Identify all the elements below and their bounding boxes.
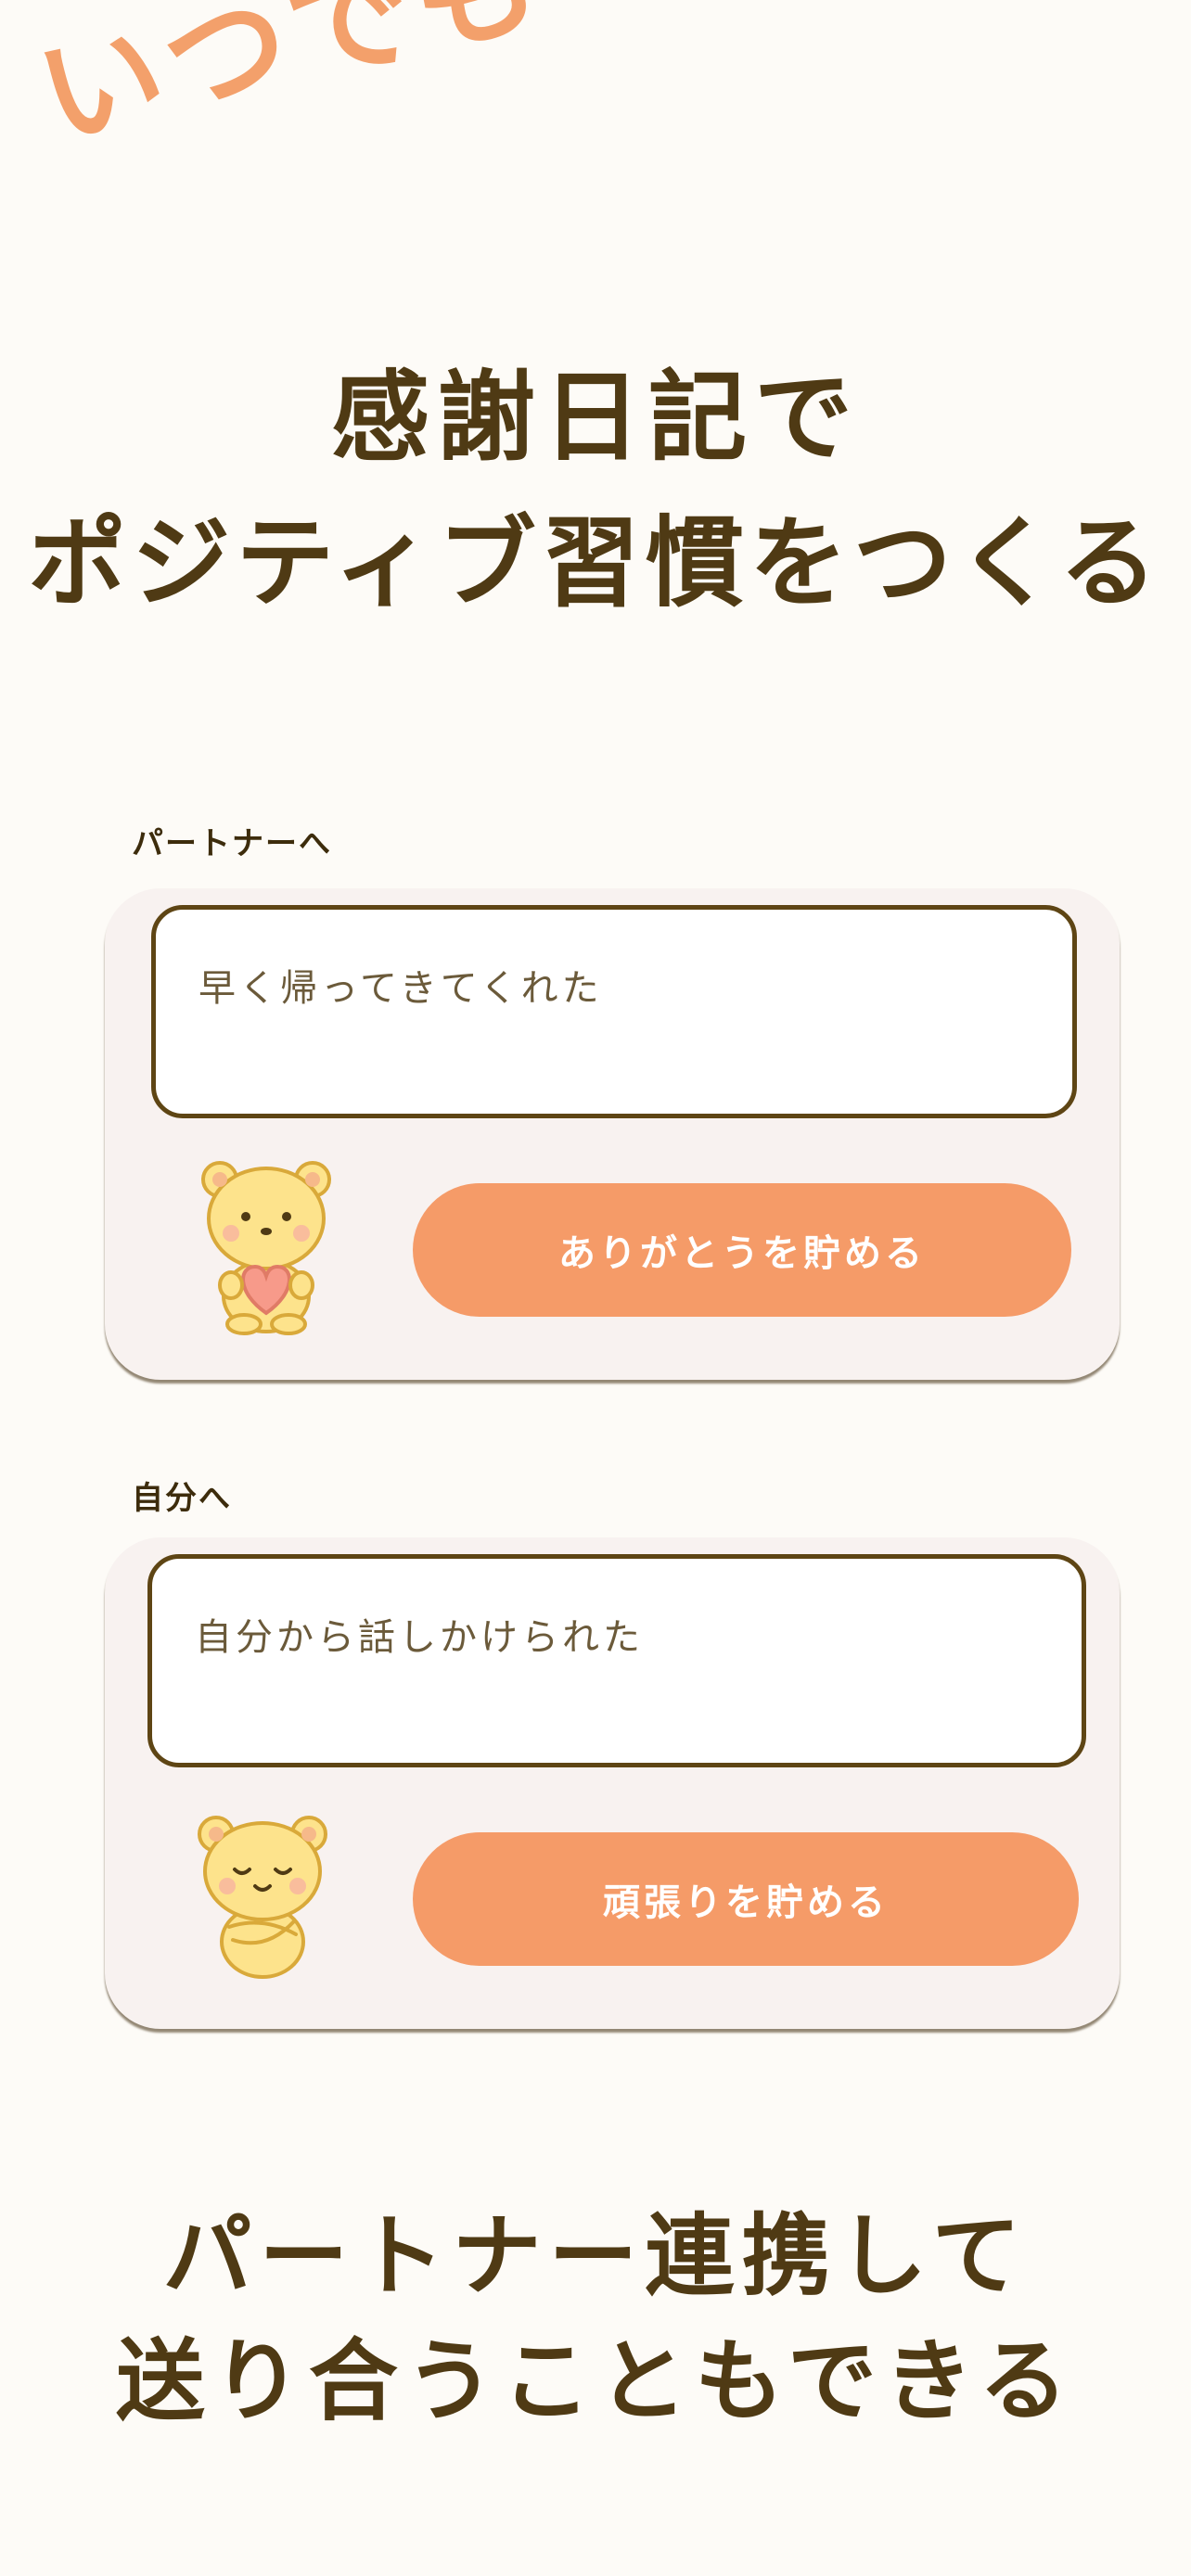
tagline: いつでも (25, 0, 557, 170)
self-entry-input[interactable]: 自分から話しかけられた (147, 1554, 1086, 1767)
self-section-label: 自分へ (132, 1480, 232, 1517)
headline-line-2: ポジティブ習慣をつくる (28, 506, 1163, 620)
save-effort-button[interactable]: 頑張りを貯める (413, 1832, 1079, 1966)
partner-entry-card: 早く帰ってきてくれた ありがとうを貯める (105, 888, 1120, 1380)
self-entry-text: 自分から話しかけられた (195, 1616, 644, 1659)
save-thanks-button[interactable]: ありがとうを貯める (413, 1183, 1071, 1317)
bear-self-hug-icon (198, 1816, 327, 1979)
bear-holding-heart-icon (201, 1161, 331, 1335)
footer-line-2: 送り合うこともできる (115, 2329, 1076, 2433)
footer-line-1: パートナー連携して (162, 2204, 1029, 2308)
partner-entry-input[interactable]: 早く帰ってきてくれた (151, 905, 1077, 1118)
self-entry-card: 自分から話しかけられた 頑張りを貯める (105, 1537, 1120, 2029)
headline-line-1: 感謝日記で (331, 361, 860, 475)
partner-section-label: パートナーへ (132, 825, 332, 862)
partner-entry-text: 早く帰ってきてくれた (198, 967, 603, 1010)
